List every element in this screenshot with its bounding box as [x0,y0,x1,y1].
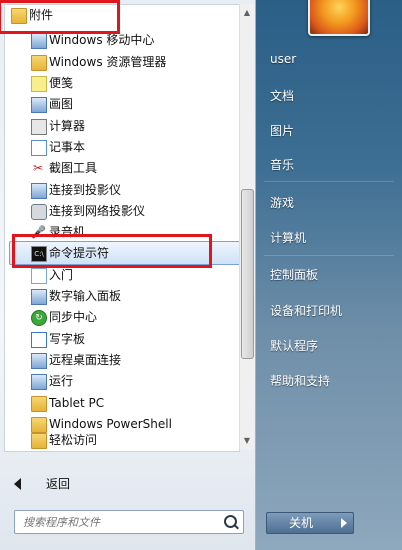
program-item-label: 写字板 [49,332,86,346]
program-item-sticky-notes[interactable]: 便笺 [5,73,239,94]
right-item-games[interactable]: 游戏 [270,194,294,211]
input-panel-icon [31,289,47,305]
annotation-box-accessories [0,0,120,34]
shutdown-button[interactable]: 关机 [266,512,336,534]
snipping-tool-icon: ✂ [32,161,44,175]
right-item-music[interactable]: 音乐 [270,156,294,173]
folder-icon [31,396,47,412]
program-item-explorer[interactable]: Windows 资源管理器 [5,52,239,73]
remote-desktop-icon [31,353,47,369]
right-item-control-panel[interactable]: 控制面板 [270,266,318,283]
program-item-label: 运行 [49,374,74,388]
program-item-projector[interactable]: 连接到投影仪 [5,180,239,201]
program-item-run[interactable]: 运行 [5,371,239,392]
program-item-label: 轻松访问 [49,433,98,447]
back-button[interactable]: 返回 [4,473,244,495]
program-item-label: 入门 [49,268,74,282]
program-item-label: 连接到网络投影仪 [49,204,146,218]
program-item-network-projector[interactable]: 连接到网络投影仪 [5,201,239,222]
search-icon[interactable] [224,515,237,528]
program-item-label: 连接到投影仪 [49,183,122,197]
right-item-documents[interactable]: 文档 [270,87,294,104]
calculator-icon [31,119,47,135]
program-item-paint[interactable]: 画图 [5,94,239,115]
program-item-label: 截图工具 [49,161,98,175]
program-item-ease-of-access[interactable]: 轻松访问 [5,430,239,451]
back-arrow-icon [14,478,21,490]
program-item-label: Windows 资源管理器 [49,55,167,69]
folder-icon [31,433,47,449]
program-item-label: Tablet PC [49,396,105,410]
scrollbar-thumb[interactable] [241,189,254,359]
program-item-label: 计算器 [49,119,86,133]
right-item-pictures[interactable]: 图片 [270,122,294,139]
wordpad-icon [31,332,47,348]
run-icon [31,374,47,390]
program-item-calculator[interactable]: 计算器 [5,116,239,137]
search-box[interactable] [14,510,244,534]
annotation-box-command-prompt [12,234,212,268]
getting-started-icon [31,268,47,284]
scroll-down-arrow-icon[interactable]: ▼ [240,434,254,448]
programs-pane: 附件 Windows 移动中心 Windows 资源管理器 便笺 画图 计算器 … [0,0,256,550]
program-item-wordpad[interactable]: 写字板 [5,329,239,350]
right-item-default-programs[interactable]: 默认程序 [270,337,318,354]
program-item-remote-desktop[interactable]: 远程桌面连接 [5,350,239,371]
right-separator [264,255,394,256]
program-item-tablet-pc[interactable]: Tablet PC [5,393,239,414]
notepad-icon [31,140,47,156]
explorer-folder-icon [31,55,47,71]
network-projector-icon [31,204,47,220]
search-input[interactable] [21,513,215,531]
mobility-center-icon [31,33,47,49]
back-label: 返回 [46,477,71,491]
sticky-notes-icon [31,76,47,92]
right-item-help-support[interactable]: 帮助和支持 [270,372,330,389]
program-item-getting-started[interactable]: 入门 [5,265,239,286]
user-avatar[interactable] [308,0,370,36]
right-item-computer[interactable]: 计算机 [270,229,306,246]
projector-icon [31,183,47,199]
scroll-up-arrow-icon[interactable]: ▲ [240,6,254,20]
program-item-label: 记事本 [49,140,86,154]
programs-scrollbar[interactable]: ▲ ▼ [239,4,254,450]
sync-center-icon: ↻ [31,310,47,326]
program-item-snipping-tool[interactable]: ✂ 截图工具 [5,158,239,179]
program-item-label: 便笺 [49,76,74,90]
program-item-label: 远程桌面连接 [49,353,122,367]
shutdown-options-arrow-icon[interactable] [335,512,354,534]
right-item-devices-printers[interactable]: 设备和打印机 [270,302,342,319]
program-item-label: 画图 [49,97,74,111]
right-separator [264,181,394,182]
program-item-sync-center[interactable]: ↻ 同步中心 [5,307,239,328]
paint-icon [31,97,47,113]
program-item-notepad[interactable]: 记事本 [5,137,239,158]
programs-list: 附件 Windows 移动中心 Windows 资源管理器 便笺 画图 计算器 … [4,4,243,452]
right-item-user[interactable]: user [270,52,296,66]
program-item-label: 同步中心 [49,310,98,324]
program-item-input-panel[interactable]: 数字输入面板 [5,286,239,307]
program-item-label: 数字输入面板 [49,289,122,303]
